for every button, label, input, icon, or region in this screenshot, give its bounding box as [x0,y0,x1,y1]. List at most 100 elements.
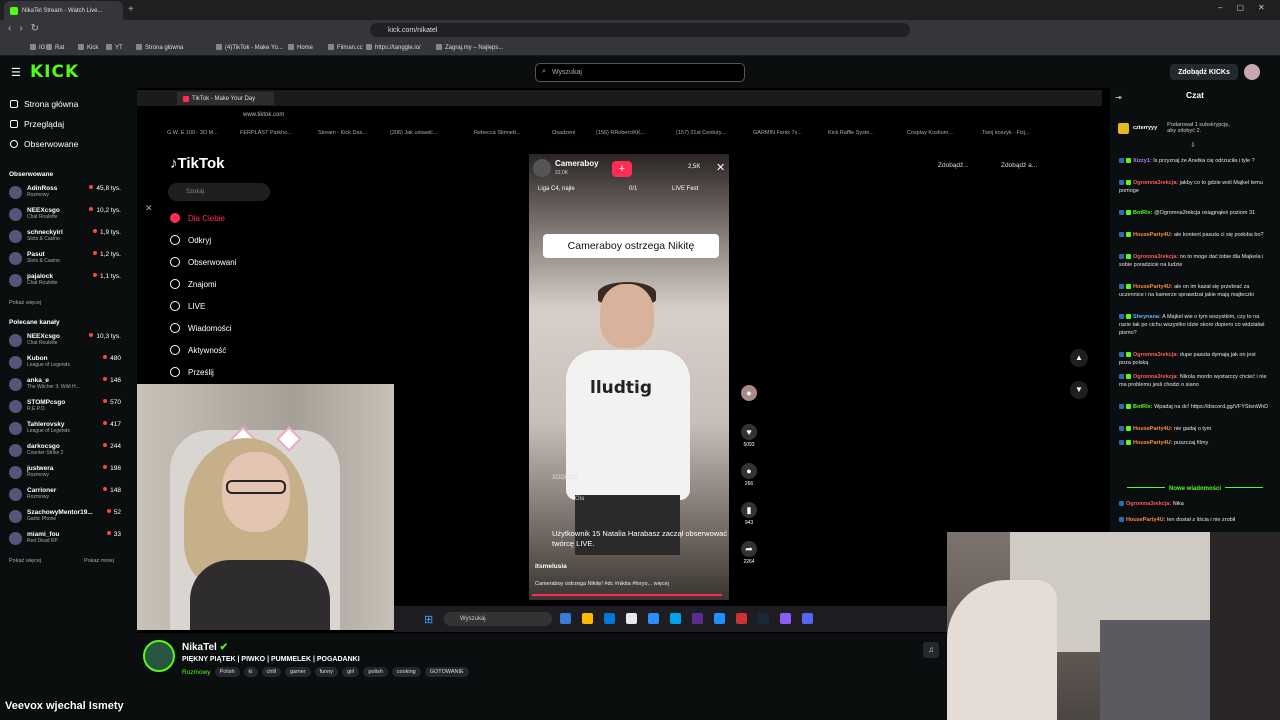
menu-icon[interactable]: ☰ [11,66,21,79]
channel-viewers: 417 [103,421,121,428]
bookmark-item[interactable]: Strona główna [136,44,183,51]
stream-tag[interactable]: GOTOWANIE [424,667,469,677]
sidebar-channel[interactable]: NEEXcsgo Chat Roulette 10,2 tys. [9,207,121,227]
channel-name: AdinRoss [27,185,58,192]
chat-text: nie gadaj o tym [1173,426,1212,432]
sidebar-channel[interactable]: STOMPcsgo R.E.P.O. 570 [9,399,121,419]
taskbar-app-icon [626,613,637,624]
tiktok-nav-icon [170,367,180,377]
show-less-recommended[interactable]: Pokaż mniej [84,558,114,564]
channel-name: pajalock [27,273,54,280]
sidebar-channel[interactable]: Kubon League of Legends 480 [9,355,121,375]
sidebar-nav-home[interactable]: Strona główna [10,99,78,109]
category-link[interactable]: Rozmowy [182,669,211,676]
get-kicks-button[interactable]: Zdobądź KICKs [1170,64,1238,80]
search-input[interactable]: ⌕ Wyszukaj [535,63,745,82]
stream-tag[interactable]: funny [314,667,339,677]
taskbar-app-icon [802,613,813,624]
stream-tag[interactable]: girl [342,667,360,677]
sidebar-channel[interactable]: darkocsgo Counter-Strike 2 244 [9,443,121,463]
tiktok-logo: ♪TikTok [170,155,225,172]
sidebar-channel[interactable]: AdinRoss Rozmowy 45,8 tys. [9,185,121,205]
channel-viewers: 10,2 tys. [89,207,121,214]
taskbar-app-icon [560,613,571,624]
url-text: kick.com/nikatel [388,26,438,34]
stream-tag[interactable]: chill [261,667,281,677]
nav-arrows-icon[interactable]: ‹›↻ [8,23,47,34]
verified-icon: ✔ [219,642,229,653]
new-tab-icon[interactable]: + [128,4,134,15]
room-person [947,580,1057,720]
bookmark-item[interactable]: (4)TikTok - Make Yo... [216,44,283,51]
bookmark-item[interactable]: IG [30,44,45,51]
inner-bookmark-item: (206) Jak ustawić... [390,130,438,136]
bookmarks-bar [0,40,1280,56]
chat-username: HouseParty4U: [1133,440,1173,446]
sidebar-channel[interactable]: Carrioner Rozmowy 148 [9,487,121,507]
bookmark-item[interactable]: YT [106,44,123,51]
chat-username: Xizzy1: [1133,158,1152,164]
sidebar-channel[interactable]: Pasut Slots & Casino 1,2 tys. [9,251,121,271]
chat-username: Sheynana: [1133,314,1161,320]
sidebar-channel[interactable]: NEEXcsgo Chat Roulette 10,3 tys. [9,333,121,353]
channel-avatar [9,334,22,347]
sub-badge-icon [1126,374,1131,379]
chat-message: Sheynana: A Majkel wie o tym wszystkim, … [1119,313,1269,337]
kick-favicon-icon [10,6,18,15]
channel-name: Carrioner [27,487,57,494]
channel-name: Tahlerovsky [27,421,65,428]
bookmark-item[interactable]: Zagraj.my – Najleps... [436,44,503,51]
sidebar-channel[interactable]: schneckyirl Slots & Casino 1,9 tys. [9,229,121,249]
stream-tag[interactable]: Polish [214,667,240,677]
channel-viewers: 1,1 tys. [93,273,121,280]
chat-username: Ogromna3rekcja: [1126,501,1172,507]
channel-category: Chat Roulette [27,280,58,286]
channel-category: Slots & Casino [27,236,60,242]
user-avatar[interactable] [1244,64,1260,80]
channel-viewers: 52 [107,509,121,516]
chat-message: Ogromna3rekcja: Nikola mordo wystarczy c… [1119,373,1269,389]
bookmark-item[interactable]: https://tanggle.io/ [366,44,421,51]
bookmark-item[interactable]: Rat [46,44,64,51]
chat-message: HouseParty4U: ale kontent pasuta ci się … [1119,231,1269,239]
follow-plus-icon: + [612,161,632,177]
sub-badge-icon [1126,158,1131,163]
sidebar-nav-following[interactable]: Obserwowane [10,139,78,149]
bookmark-item[interactable]: Home [288,44,313,51]
sidebar-channel[interactable]: anka_e The Witcher 3: Wild H... 146 [9,377,121,397]
stream-tag[interactable]: ki [243,667,258,677]
channel-name: Kubon [27,355,48,362]
tiktok-nav-item: Odkryj [170,235,211,245]
sidebar-channel[interactable]: justwera Rozmowy 198 [9,465,121,485]
channel-category: Red Dead RP [27,538,58,544]
streamer-name[interactable]: NikaTel ✔ [182,642,228,653]
stream-tag[interactable]: cooking [391,667,421,677]
stream-tag[interactable]: polish [363,667,388,677]
channel-category: Gartic Phone [27,516,57,522]
shirt-print: lludtig [590,378,653,398]
sidebar-channel[interactable]: SzachowyMentor19... Gartic Phone 52 [9,509,121,529]
browser-tab[interactable]: NikaTel Stream - Watch Live... [4,1,123,20]
show-more-recommended[interactable]: Pokaż więcej [9,558,41,564]
tiktok-nav-icon [170,345,180,355]
kick-logo[interactable]: KICK [30,62,79,82]
window-controls[interactable]: –▢✕ [1218,3,1279,12]
sidebar-channel[interactable]: Tahlerovsky League of Legends 417 [9,421,121,441]
bookmark-item[interactable]: Filman.cc [328,44,363,51]
bookmark-item[interactable]: Kick [78,44,98,51]
inner-bookmark-item: Twój koszyk - Fizj... [982,130,1030,136]
tiktok-nav-item: Znajomi [170,279,216,289]
live-comment-2: Ola [575,496,585,502]
sidebar-nav-browse[interactable]: Przeglądaj [10,119,64,129]
show-more-followed[interactable]: Pokaż więcej [9,300,41,306]
taskbar-app-icon [780,613,791,624]
stream-tag[interactable]: gamer [285,667,311,677]
notification-bell-icon[interactable]: ♫ [923,642,939,658]
streamer-avatar[interactable] [143,640,175,672]
url-field[interactable]: kick.com/nikatel [370,23,910,37]
sub-badge-icon [1126,440,1131,445]
sidebar-channel[interactable]: pajalock Chat Roulette 1,1 tys. [9,273,121,293]
rail-like: ♥ 5093 [739,424,759,448]
badge-icon [1119,284,1124,289]
sidebar-channel[interactable]: miami_fou Red Dead RP 33 [9,531,121,551]
